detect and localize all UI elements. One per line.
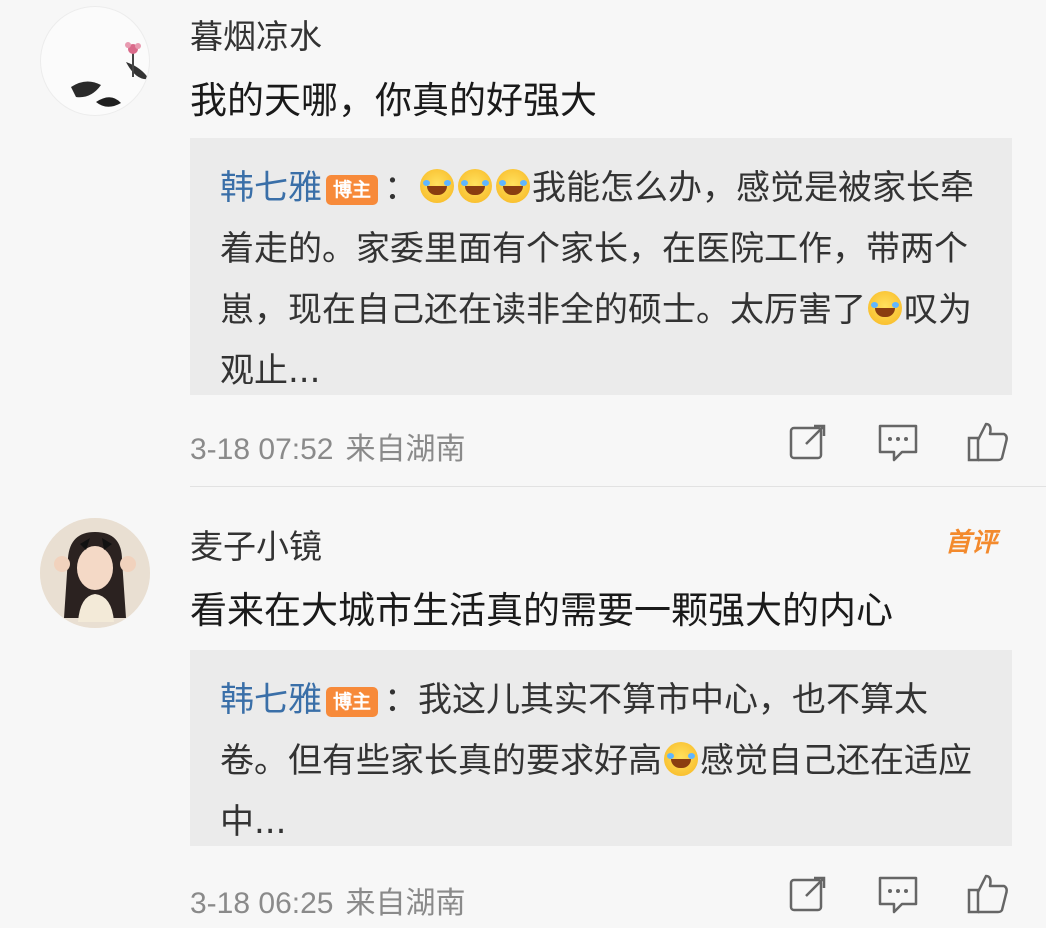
laughing-emoji-icon [458,169,492,203]
share-button[interactable] [786,420,830,464]
like-button[interactable] [966,872,1010,916]
first-comment-badge: 首评 [945,528,998,558]
comment-item: 麦子小镜 首评 看来在大城市生活真的需要一颗强大的内心 韩七雅 博主 ：我这儿其实不… [0,490,1046,928]
comment-username[interactable]: 麦子小镜 [190,520,322,568]
comment-text: 我的天哪，你真的好强大 [190,79,597,122]
comment-location: 来自湖南 [345,433,466,466]
reply-author-name[interactable]: 韩七雅 [220,168,322,208]
share-button[interactable] [786,872,830,916]
laughing-emoji-icon [664,742,698,776]
comment-item: 暮烟凉水 我的天哪，你真的好强大 韩七雅 博主：我能怎么办，感觉是被家长牵着走的。… [0,0,1046,486]
reply-text: 韩七雅 博主 ：我这儿其实不算市中心，也不算太卷。但有些家长真的要求好高 感觉自己还在… [220,670,990,853]
comment-username[interactable]: 暮烟凉水 [190,10,322,58]
thumbs-up-icon [967,422,1008,462]
blogger-badge: 博主 [326,686,378,717]
like-button[interactable] [966,420,1010,464]
comment-meta: 3-18 07:52 来自湖南 [190,424,477,468]
comment-meta: 3-18 06:25 来自湖南 [190,878,477,922]
author-reply[interactable]: 韩七雅 博主 ：我这儿其实不算市中心，也不算太卷。但有些家长真的要求好高 感觉自己还在… [190,650,1012,846]
share-icon [789,424,826,460]
ink-painting-avatar-icon [71,42,149,107]
comment-date: 3-18 07:52 [190,433,334,466]
comment-location: 来自湖南 [345,887,466,920]
comment-icon [878,876,918,914]
divider [190,486,1046,487]
comment-button[interactable] [876,420,920,464]
avatar[interactable] [40,6,150,116]
laughing-emoji-icon [420,169,454,203]
blogger-badge: 博主 [326,174,378,205]
reply-text: 韩七雅 博主：我能怎么办，感觉是被家长牵着走的。家委里面有个家长，在医院工作，带两… [220,158,990,402]
avatar[interactable] [40,518,150,628]
share-icon [789,876,826,912]
author-reply[interactable]: 韩七雅 博主：我能怎么办，感觉是被家长牵着走的。家委里面有个家长，在医院工作，带两… [190,138,1012,395]
reply-author-name[interactable]: 韩七雅 [220,680,322,720]
user-photo-avatar-icon [40,518,150,628]
reply-separator: ： [384,168,418,208]
comment-text: 看来在大城市生活真的需要一颗强大的内心 [190,589,893,632]
laughing-emoji-icon [868,291,902,325]
reply-separator: ： [384,680,418,720]
comment-date: 3-18 06:25 [190,887,334,920]
thumbs-up-icon [967,874,1008,914]
comment-button[interactable] [876,872,920,916]
laughing-emoji-icon [496,169,530,203]
comment-icon [878,424,918,462]
